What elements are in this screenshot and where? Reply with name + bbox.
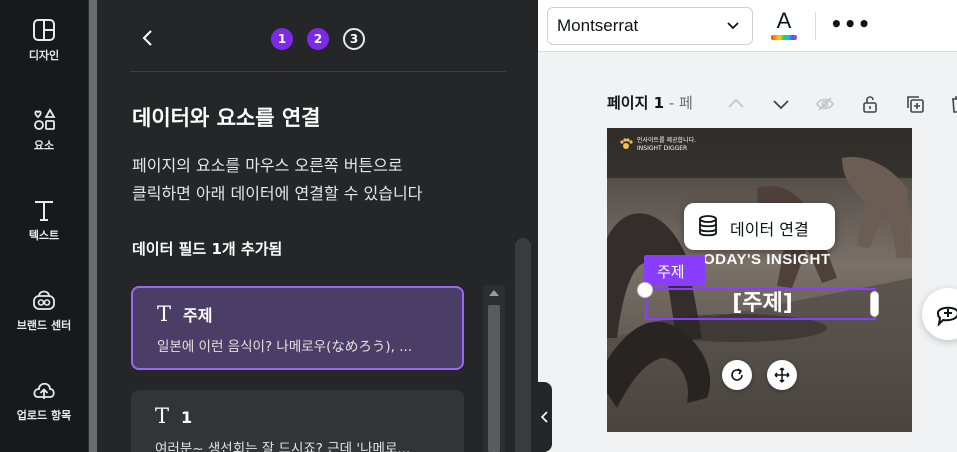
move-button[interactable] (767, 360, 797, 390)
sidebar-item-label: 요소 (33, 139, 55, 152)
data-connect-panel: 1 2 3 데이터와 요소를 연결 페이지의 요소를 마우스 오른쪽 버튼으로 … (98, 0, 538, 452)
text-icon: T (155, 404, 170, 428)
color-bar (771, 35, 797, 40)
sidebar-item-uploads[interactable]: 업로드 항목 (0, 376, 88, 423)
collapse-panel-button[interactable] (538, 382, 552, 452)
layout-icon (33, 19, 55, 41)
database-icon (699, 215, 717, 237)
shapes-icon (34, 108, 56, 130)
eye-off-icon[interactable] (815, 94, 835, 114)
step-1[interactable]: 1 (271, 28, 293, 50)
data-field-tag: 주제 (644, 255, 705, 286)
field-header: T1 (155, 404, 464, 428)
brand-logo: 인사이트를 제공합니다. INSIGHT DIGGER (619, 137, 696, 153)
description-line: 클릭하면 아래 데이터에 연결할 수 있습니다 (132, 184, 423, 203)
sidebar-item-label: 업로드 항목 (16, 409, 72, 422)
cloud-upload-icon (33, 382, 55, 399)
page-header: 페이지 1 - 페 (607, 92, 693, 113)
step-3[interactable]: 3 (343, 28, 365, 50)
field-name: 주제 (183, 306, 213, 325)
sidebar-item-design[interactable]: 디자인 (0, 16, 88, 63)
more-options-button[interactable]: ••• (830, 12, 871, 36)
add-comment-icon (936, 306, 957, 327)
canvas-headline[interactable]: ODAY'S INSIGHT (703, 251, 831, 268)
comment-button[interactable] (922, 288, 957, 340)
panel-scrollbar[interactable] (515, 238, 531, 452)
connect-data-popup[interactable]: 데이터 연결 (684, 203, 835, 250)
rotate-icon (731, 368, 743, 381)
page-title-truncated[interactable]: - 페 (664, 94, 693, 112)
field-preview: 일본에 이런 음식이? 나메로우(なめろう), ... (157, 339, 413, 355)
sidebar-item-label: 텍스트 (28, 229, 60, 242)
panel-title: 데이터와 요소를 연결 (132, 106, 321, 130)
paw-icon (620, 138, 633, 149)
description-line: 페이지의 요소를 마우스 오른쪽 버튼으로 (132, 156, 403, 175)
duplicate-page-icon[interactable] (905, 94, 925, 114)
left-rail: 디자인 요소 텍스트 브랜드 센터 업로드 항목 (0, 0, 88, 452)
text-color-button[interactable]: A (770, 9, 798, 43)
sidebar-item-brand[interactable]: 브랜드 센터 (0, 286, 88, 333)
fields-added-label: 데이터 필드 1개 추가됨 (132, 240, 283, 258)
field-preview: 여러분~ 생선회는 잘 드시죠? 근데 '나메로... (155, 441, 411, 452)
rail-scrollbar[interactable] (88, 0, 98, 452)
font-family-dropdown[interactable]: Montserrat (547, 7, 753, 45)
step-2[interactable]: 2 (307, 28, 329, 50)
scrollbar-thumb[interactable] (89, 0, 97, 452)
sidebar-item-label: 브랜드 센터 (16, 319, 72, 332)
resize-handle-left[interactable] (637, 282, 653, 298)
scrollbar-thumb[interactable] (488, 305, 500, 452)
field-placeholder-text[interactable]: [주제] (647, 290, 878, 318)
field-header: T 주제 (157, 302, 462, 326)
sidebar-item-elements[interactable]: 요소 (0, 106, 88, 153)
resize-handle-right[interactable] (870, 291, 879, 317)
back-button[interactable] (136, 26, 160, 50)
field-name: 1 (181, 408, 193, 427)
chevron-down-icon (727, 22, 739, 30)
rotate-button[interactable] (722, 360, 752, 390)
editor-toolbar: Montserrat A ••• (538, 0, 957, 52)
data-field-card[interactable]: T 주제 일본에 이런 음식이? 나메로우(なめろう), ... (131, 286, 464, 370)
divider (130, 71, 506, 72)
unlock-icon[interactable] (860, 94, 880, 114)
field-list-scrollbar[interactable] (483, 285, 505, 452)
design-canvas[interactable]: 인사이트를 제공합니다. INSIGHT DIGGER ODAY'S INSIG… (607, 128, 912, 432)
move-icon (774, 367, 790, 383)
chevron-down-icon[interactable] (771, 94, 791, 114)
sidebar-item-label: 디자인 (28, 49, 60, 62)
chevron-left-icon (142, 30, 152, 46)
chevron-left-icon (540, 411, 548, 423)
text-color-letter: A (776, 8, 792, 33)
brand-line: INSIGHT DIGGER (637, 145, 688, 152)
chevron-up-icon[interactable] (726, 94, 746, 114)
selected-text-element[interactable]: [주제] (645, 288, 876, 320)
popup-label: 데이터 연결 (730, 220, 809, 239)
page-label: 페이지 1 (607, 94, 665, 112)
font-name: Montserrat (557, 16, 639, 35)
panel-description: 페이지의 요소를 마우스 오른쪽 버튼으로 클릭하면 아래 데이터에 연결할 수… (132, 152, 512, 208)
toolbar-divider (815, 12, 816, 40)
scroll-up-icon[interactable] (489, 290, 499, 296)
sidebar-item-text[interactable]: 텍스트 (0, 196, 88, 243)
text-icon: T (157, 302, 172, 326)
text-icon (35, 201, 53, 221)
trash-icon[interactable] (948, 94, 957, 114)
brand-line: 인사이트를 제공합니다. (637, 137, 697, 144)
data-field-card[interactable]: T1 여러분~ 생선회는 잘 드시죠? 근데 '나메로... (131, 390, 464, 452)
brand-icon (33, 290, 55, 310)
